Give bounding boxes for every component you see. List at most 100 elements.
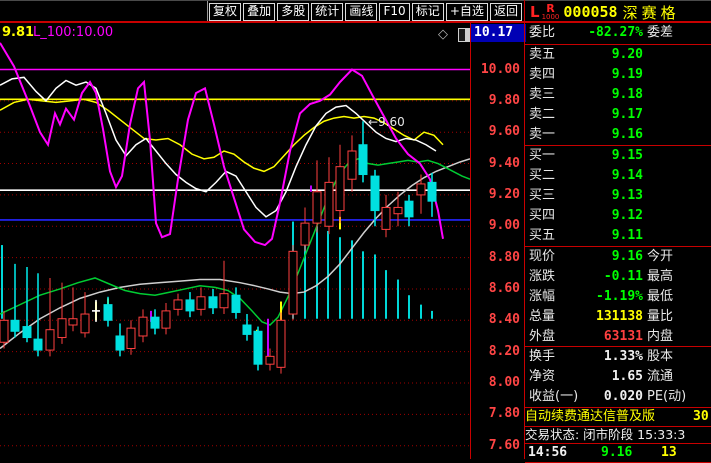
axis-tick-label: 8.60	[488, 280, 520, 296]
toolbar-button-叠加[interactable]: 叠加	[243, 3, 276, 21]
curve-ind-magenta	[0, 42, 444, 247]
stats-section: 现价 9.16 今开 涨跌 -0.11 最高 涨幅 -1.19% 最低 总量 131138 量比 外盘 6…	[525, 247, 711, 347]
stat-value: 9.16	[611, 249, 643, 264]
axis-max-price-badge: 10.17	[471, 24, 526, 42]
stat-label2: 量比	[647, 309, 674, 324]
stat2-value: 1.33%	[603, 349, 643, 364]
ask-label: 卖五	[529, 47, 556, 62]
candle-up	[335, 166, 345, 212]
stat-row: 外盘 63131 内盘	[525, 327, 711, 346]
bid-row: 买四 9.12	[525, 206, 711, 226]
candle-up	[161, 310, 171, 329]
ask-label: 卖三	[529, 87, 556, 102]
divider-axis	[470, 23, 471, 459]
stat-label: 涨幅	[529, 289, 556, 304]
stat-value: -1.19%	[596, 289, 643, 304]
stat-row: 现价 9.16 今开	[525, 247, 711, 267]
weibi-row: 委比 -82.27% 委差	[525, 23, 711, 43]
notice-text: 自动续费通达信普及版	[525, 409, 656, 424]
toolbar-button-返回[interactable]: 返回	[489, 3, 522, 21]
axis-tick-label: 7.80	[488, 406, 520, 422]
ask-value: 9.16	[611, 127, 643, 142]
candle-down	[231, 294, 241, 313]
candle-down	[427, 181, 437, 202]
price-annotation: ←9.60	[368, 115, 405, 129]
ask-value: 9.20	[611, 47, 643, 62]
last-trade-ticker: 14:56 9.16 13	[525, 444, 711, 463]
stat2-row: 收益(一) 0.020 PE(动)	[525, 387, 711, 407]
candle-up	[45, 329, 55, 351]
ask-label: 卖四	[529, 67, 556, 82]
candle-up	[0, 319, 9, 343]
toolbar-button-多股[interactable]: 多股	[277, 3, 310, 21]
market-status-row: 交易状态: 闭市阶段 15:33:3	[525, 427, 711, 444]
stat2-row: 换手 1.33% 股本	[525, 347, 711, 367]
stat-value: 63131	[603, 329, 643, 344]
candle-down	[404, 200, 414, 218]
candle-down	[115, 335, 125, 351]
candlestick-chart-canvas[interactable]: ←9.60	[0, 23, 470, 459]
bid-label: 买四	[529, 208, 556, 223]
bid-value: 9.13	[611, 188, 643, 203]
ask-section: 卖五 9.20 卖四 9.19 卖三 9.18 卖二 9.17 卖一 9.16	[525, 45, 711, 146]
chart-label-magenta-line: L_100:10.00	[33, 25, 114, 40]
ask-row: 卖四 9.19	[525, 65, 711, 85]
toolbar-button-F10[interactable]: F10	[379, 3, 410, 21]
candle-up	[173, 299, 183, 310]
bid-value: 9.15	[611, 148, 643, 163]
candle-down	[208, 296, 218, 309]
title-blank-area	[0, 1, 208, 22]
toolbar-buttons: 复权 叠加 多股 统计 画线 F10 标记 +自选 返回	[209, 3, 522, 21]
candle-down	[103, 304, 113, 321]
stock-header: L R 1000 000058 深赛格	[530, 2, 680, 22]
axis-tick-label: 8.80	[488, 249, 520, 265]
stock-name: 深赛格	[622, 3, 680, 22]
toolbar-button-+自选[interactable]: +自选	[445, 3, 488, 21]
market-status-text: 交易状态: 闭市阶段 15:33:3	[525, 427, 686, 442]
candle-down	[253, 330, 263, 365]
candle-up	[312, 191, 322, 224]
stat2-label: 换手	[529, 349, 556, 364]
axis-tick-label: 9.60	[488, 124, 520, 140]
stat-row: 总量 131138 量比	[525, 307, 711, 327]
toolbar-button-标记[interactable]: 标记	[411, 3, 444, 21]
diamond-icon[interactable]: ◇	[438, 27, 448, 42]
bid-row: 买二 9.14	[525, 166, 711, 186]
top-toolbar: 复权 叠加 多股 统计 画线 F10 标记 +自选 返回 L R 1000 000058 深赛格	[0, 0, 711, 22]
notice-row[interactable]: 自动续费通达信普及版 30	[525, 408, 711, 427]
toolbar-button-复权[interactable]: 复权	[209, 3, 242, 21]
stat2-row: 净资 1.65 流通	[525, 367, 711, 387]
bid-row: 买五 9.11	[525, 226, 711, 246]
candle-up	[393, 206, 403, 215]
candle-up	[381, 206, 391, 230]
toolbar-button-画线[interactable]: 画线	[345, 3, 378, 21]
axis-tick-label: 8.00	[488, 375, 520, 390]
quote-panel: 委比 -82.27% 委差 卖五 9.20 卖四 9.19 卖三 9.18 卖二 9.17 卖一 9.…	[525, 23, 711, 463]
bid-row: 买一 9.15	[525, 146, 711, 166]
axis-tick-label: 9.40	[488, 155, 520, 171]
toolbar-button-统计[interactable]: 统计	[311, 3, 344, 21]
weibi-section: 委比 -82.27% 委差	[525, 23, 711, 45]
stat2-value: 0.020	[603, 389, 643, 404]
stat2-label2: 股本	[647, 349, 674, 364]
stat-value: 131138	[596, 309, 643, 324]
stat-label2: 最低	[647, 289, 674, 304]
stat-label: 涨跌	[529, 269, 556, 284]
candle-up	[126, 327, 136, 350]
bid-value: 9.12	[611, 208, 643, 223]
ask-value: 9.17	[611, 107, 643, 122]
candle-down	[22, 326, 32, 339]
bid-label: 买二	[529, 168, 556, 183]
ask-row: 卖五 9.20	[525, 45, 711, 65]
ask-row: 卖二 9.17	[525, 105, 711, 125]
candle-up	[68, 318, 78, 326]
stat-label: 外盘	[529, 329, 556, 344]
stat-label2: 内盘	[647, 329, 674, 344]
candle-up	[324, 181, 334, 227]
ticker-price: 9.16	[601, 445, 633, 460]
axis-tick-label: 9.20	[488, 186, 520, 202]
weibi-value: -82.27%	[588, 25, 643, 40]
stats2-section: 换手 1.33% 股本净资 1.65 流通 收益(一) 0.020 PE(动)	[525, 347, 711, 408]
candle-up	[138, 316, 148, 337]
bid-label: 买一	[529, 148, 556, 163]
